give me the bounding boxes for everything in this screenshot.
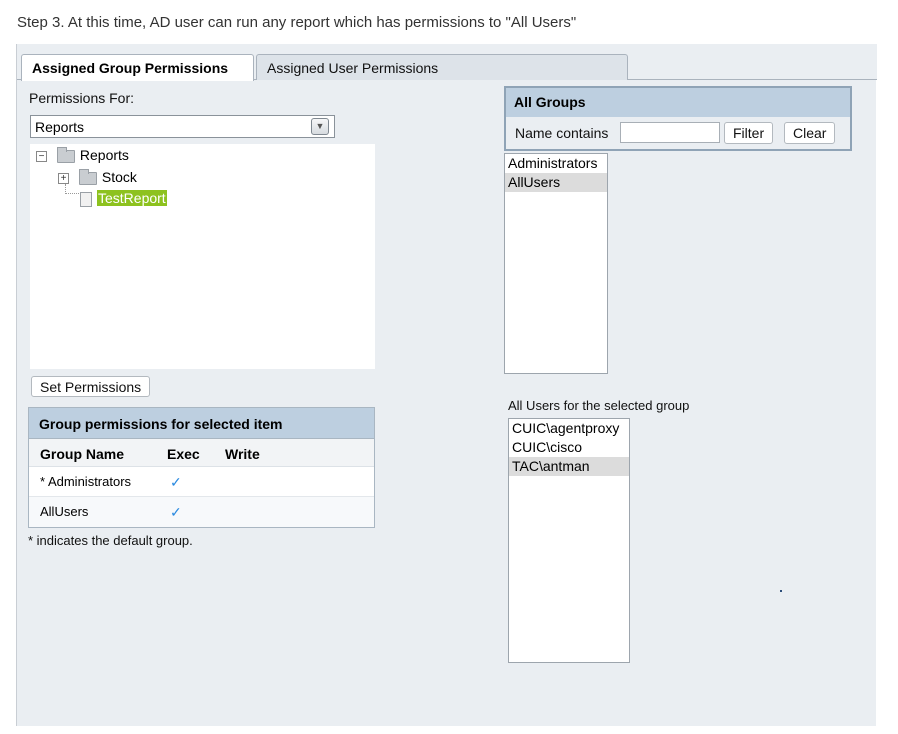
list-item[interactable]: Administrators (505, 154, 607, 173)
folder-icon (78, 168, 97, 185)
users-for-group-label: All Users for the selected group (508, 398, 690, 413)
report-icon (80, 191, 92, 207)
all-groups-title: All Groups (506, 88, 850, 117)
permissions-for-label: Permissions For: (29, 90, 135, 106)
name-contains-input[interactable] (620, 122, 720, 143)
filter-button[interactable]: Filter (724, 122, 774, 144)
list-item[interactable]: CUIC\cisco (509, 438, 629, 457)
list-item[interactable]: TAC\antman (509, 457, 629, 476)
tree-node-testreport[interactable]: TestReport (74, 190, 167, 210)
tree-node-label: Stock (101, 169, 137, 185)
clear-button[interactable]: Clear (784, 122, 836, 144)
set-permissions-button[interactable]: Set Permissions (31, 376, 151, 397)
checkmark-icon: ✓ (170, 474, 182, 490)
group-name-cell: AllUsers (40, 504, 89, 519)
permissions-panel: Assigned Group Permissions Assigned User… (16, 44, 877, 726)
table-header: Group Name Exec Write (29, 439, 374, 467)
list-item[interactable]: AllUsers (505, 173, 607, 192)
group-name-cell: * Administrators (40, 474, 132, 489)
tab-bar: Assigned Group Permissions Assigned User… (17, 44, 877, 81)
tab-assigned-group-permissions[interactable]: Assigned Group Permissions (21, 54, 254, 81)
name-contains-label: Name contains (515, 125, 609, 141)
select-value: Reports (35, 119, 85, 135)
expand-icon[interactable]: + (58, 172, 69, 184)
tree-node-label: Reports (79, 147, 129, 163)
column-header-group-name: Group Name (40, 446, 125, 462)
all-groups-panel: All Groups Name contains Filter Clear (504, 86, 852, 151)
report-tree: − Reports + Stock TestReport (30, 144, 375, 369)
list-item[interactable]: CUIC\agentproxy (509, 419, 629, 438)
table-title: Group permissions for selected item (29, 408, 374, 439)
default-group-footnote: * indicates the default group. (28, 533, 193, 548)
column-header-exec: Exec (167, 446, 200, 462)
tree-node-reports[interactable]: − Reports (36, 146, 129, 167)
users-listbox[interactable]: CUIC\agentproxy CUIC\cisco TAC\antman (508, 418, 630, 663)
table-row[interactable]: AllUsers ✓ (29, 497, 374, 527)
collapse-icon[interactable]: − (36, 150, 47, 162)
checkmark-icon: ✓ (170, 504, 182, 520)
group-permissions-table: Group permissions for selected item Grou… (28, 407, 375, 528)
folder-open-icon (56, 146, 75, 163)
tree-node-label: TestReport (97, 190, 167, 206)
tab-assigned-user-permissions[interactable]: Assigned User Permissions (256, 54, 628, 80)
chevron-down-icon[interactable]: ▼ (311, 118, 329, 135)
column-header-write: Write (225, 446, 260, 462)
permissions-for-select[interactable]: Reports ▼ (30, 115, 335, 138)
step-caption: Step 3. At this time, AD user can run an… (17, 14, 577, 31)
stray-dot (780, 590, 782, 592)
groups-listbox[interactable]: Administrators AllUsers (504, 153, 608, 374)
table-row[interactable]: * Administrators ✓ (29, 467, 374, 497)
